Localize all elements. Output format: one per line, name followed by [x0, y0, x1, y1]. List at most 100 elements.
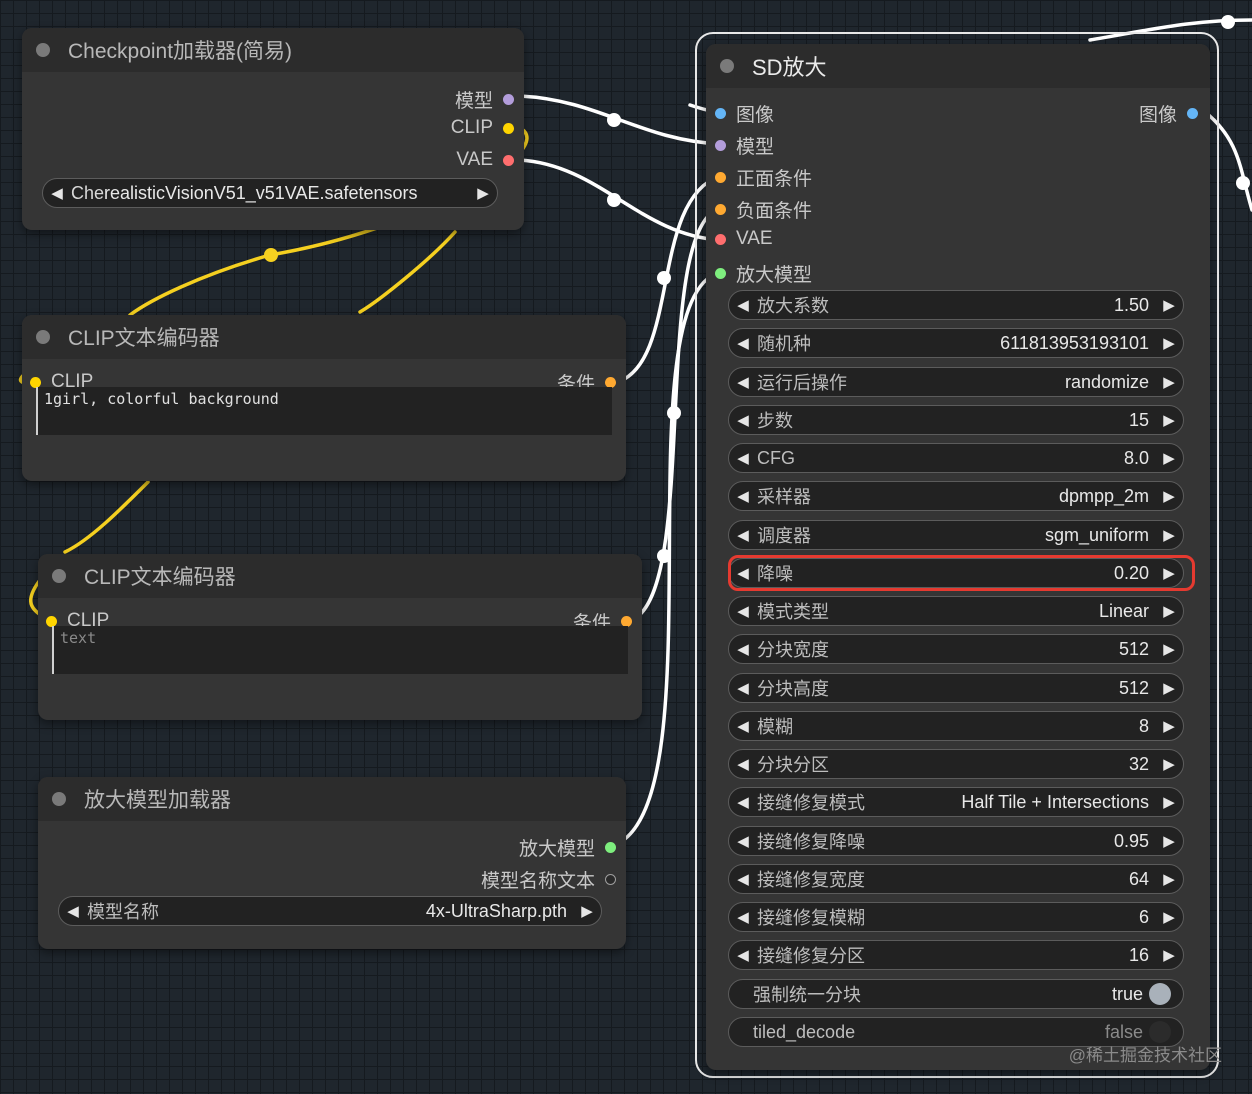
- output-slot-model-name-text[interactable]: 模型名称文本: [481, 866, 616, 893]
- decrement-arrow-icon[interactable]: ◀: [43, 184, 71, 202]
- output-slot-image[interactable]: 图像: [1139, 100, 1198, 127]
- node-title-bar[interactable]: 放大模型加载器: [38, 777, 626, 821]
- increment-arrow-icon[interactable]: ▶: [1155, 640, 1183, 658]
- sd-widget-row[interactable]: ◀ 接缝修复宽度 64 ▶: [728, 864, 1184, 894]
- sd-widget-row[interactable]: ◀ 放大系数 1.50 ▶: [728, 290, 1184, 320]
- decrement-arrow-icon[interactable]: ◀: [729, 373, 757, 391]
- increment-arrow-icon[interactable]: ▶: [1155, 411, 1183, 429]
- image-socket-icon[interactable]: [1187, 108, 1198, 119]
- clip-socket-icon[interactable]: [503, 122, 514, 134]
- node-title-bar[interactable]: CLIP文本编码器: [22, 315, 626, 359]
- output-slot-clip[interactable]: CLIP: [451, 117, 514, 139]
- ckpt-name-widget[interactable]: ◀ Che realisticVisionV51_v51VAE.safetens…: [42, 178, 498, 208]
- decrement-arrow-icon[interactable]: ◀: [729, 411, 757, 429]
- clip-text-encoder-node[interactable]: CLIP文本编码器 CLIP 条件 1girl, colorful backgr…: [22, 315, 626, 481]
- conditioning-socket-icon[interactable]: [621, 615, 632, 627]
- toggle-knob-icon[interactable]: [1149, 1021, 1171, 1043]
- prompt-textarea[interactable]: text: [52, 626, 628, 674]
- sd-widget-row[interactable]: ◀ 接缝修复模糊 6 ▶: [728, 902, 1184, 932]
- model-socket-icon[interactable]: [715, 140, 726, 151]
- toggle-knob-icon[interactable]: [1149, 983, 1171, 1005]
- collapse-dot-icon[interactable]: [52, 792, 66, 806]
- node-title-bar[interactable]: Checkpoint加载器(简易): [22, 28, 524, 72]
- increment-arrow-icon[interactable]: ▶: [1155, 832, 1183, 850]
- decrement-arrow-icon[interactable]: ◀: [729, 755, 757, 773]
- input-slot-model[interactable]: 模型: [715, 132, 774, 159]
- decrement-arrow-icon[interactable]: ◀: [729, 679, 757, 697]
- sd-widget-row[interactable]: ◀ 模糊 8 ▶: [728, 711, 1184, 741]
- upscale-model-socket-icon[interactable]: [605, 842, 616, 853]
- sd-widget-row[interactable]: ◀ 调度器 sgm_uniform ▶: [728, 520, 1184, 550]
- node-title-bar[interactable]: CLIP文本编码器: [38, 554, 642, 598]
- decrement-arrow-icon[interactable]: ◀: [729, 908, 757, 926]
- increment-arrow-icon[interactable]: ▶: [1155, 373, 1183, 391]
- decrement-arrow-icon[interactable]: ◀: [729, 793, 757, 811]
- decrement-arrow-icon[interactable]: ◀: [729, 449, 757, 467]
- decrement-arrow-icon[interactable]: ◀: [729, 334, 757, 352]
- decrement-arrow-icon[interactable]: ◀: [729, 487, 757, 505]
- input-slot-positive[interactable]: 正面条件: [715, 164, 812, 191]
- sd-widget-row[interactable]: ◀ 运行后操作 randomize ▶: [728, 367, 1184, 397]
- sd-widget-row[interactable]: ◀ 分块高度 512 ▶: [728, 673, 1184, 703]
- vae-socket-icon[interactable]: [503, 154, 514, 166]
- clip-text-encoder-node[interactable]: CLIP文本编码器 CLIP 条件 text: [38, 554, 642, 720]
- decrement-arrow-icon[interactable]: ◀: [59, 902, 87, 920]
- input-slot-image[interactable]: 图像: [715, 100, 774, 127]
- clip-socket-icon[interactable]: [46, 615, 57, 627]
- string-socket-icon[interactable]: [605, 874, 616, 885]
- input-slot-negative[interactable]: 负面条件: [715, 196, 812, 223]
- increment-arrow-icon[interactable]: ▶: [1155, 487, 1183, 505]
- increment-arrow-icon[interactable]: ▶: [1155, 602, 1183, 620]
- increment-arrow-icon[interactable]: ▶: [469, 184, 497, 202]
- sd-toggle-row[interactable]: 强制统一分块 true: [728, 979, 1184, 1009]
- sd-widget-row[interactable]: ◀ 随机种 611813953193101 ▶: [728, 328, 1184, 358]
- increment-arrow-icon[interactable]: ▶: [1155, 793, 1183, 811]
- increment-arrow-icon[interactable]: ▶: [1155, 296, 1183, 314]
- node-title-bar[interactable]: SD放大: [706, 44, 1210, 88]
- sd-widget-row[interactable]: ◀ 分块宽度 512 ▶: [728, 634, 1184, 664]
- sd-widget-row[interactable]: ◀ 采样器 dpmpp_2m ▶: [728, 481, 1184, 511]
- increment-arrow-icon[interactable]: ▶: [1155, 334, 1183, 352]
- decrement-arrow-icon[interactable]: ◀: [729, 640, 757, 658]
- decrement-arrow-icon[interactable]: ◀: [729, 946, 757, 964]
- image-socket-icon[interactable]: [715, 108, 726, 119]
- clip-socket-icon[interactable]: [30, 376, 41, 388]
- prompt-textarea[interactable]: 1girl, colorful background: [36, 387, 612, 435]
- collapse-dot-icon[interactable]: [36, 330, 50, 344]
- decrement-arrow-icon[interactable]: ◀: [729, 296, 757, 314]
- vae-socket-icon[interactable]: [715, 233, 726, 245]
- collapse-dot-icon[interactable]: [720, 59, 734, 73]
- collapse-dot-icon[interactable]: [36, 43, 50, 57]
- sd-widget-row[interactable]: ◀ 接缝修复降噪 0.95 ▶: [728, 826, 1184, 856]
- sd-widget-row[interactable]: ◀ 模式类型 Linear ▶: [728, 596, 1184, 626]
- decrement-arrow-icon[interactable]: ◀: [729, 832, 757, 850]
- checkpoint-loader-node[interactable]: Checkpoint加载器(简易) 模型 CLIP VAE ◀ Che real…: [22, 28, 524, 230]
- increment-arrow-icon[interactable]: ▶: [1155, 526, 1183, 544]
- sd-widget-row[interactable]: ◀ 接缝修复模式 Half Tile + Intersections ▶: [728, 787, 1184, 817]
- upscale-model-socket-icon[interactable]: [715, 268, 726, 279]
- output-slot-vae[interactable]: VAE: [456, 149, 514, 171]
- sd-widget-row[interactable]: ◀ 分块分区 32 ▶: [728, 749, 1184, 779]
- increment-arrow-icon[interactable]: ▶: [1155, 870, 1183, 888]
- conditioning-socket-icon[interactable]: [605, 376, 616, 388]
- sd-widget-row[interactable]: ◀ 步数 15 ▶: [728, 405, 1184, 435]
- increment-arrow-icon[interactable]: ▶: [1155, 717, 1183, 735]
- upscale-model-loader-node[interactable]: 放大模型加载器 放大模型 模型名称文本 ◀ 模型名称 4x-UltraSharp…: [38, 777, 626, 949]
- increment-arrow-icon[interactable]: ▶: [1155, 946, 1183, 964]
- decrement-arrow-icon[interactable]: ◀: [729, 870, 757, 888]
- input-slot-upscale-model[interactable]: 放大模型: [715, 260, 812, 287]
- model-socket-icon[interactable]: [503, 94, 514, 105]
- decrement-arrow-icon[interactable]: ◀: [729, 717, 757, 735]
- sd-widget-row[interactable]: ◀ 接缝修复分区 16 ▶: [728, 940, 1184, 970]
- increment-arrow-icon[interactable]: ▶: [573, 902, 601, 920]
- input-slot-vae[interactable]: VAE: [715, 228, 773, 250]
- model-name-widget[interactable]: ◀ 模型名称 4x-UltraSharp.pth ▶: [58, 896, 602, 926]
- sd-widget-row[interactable]: ◀ CFG 8.0 ▶: [728, 443, 1184, 473]
- increment-arrow-icon[interactable]: ▶: [1155, 908, 1183, 926]
- increment-arrow-icon[interactable]: ▶: [1155, 679, 1183, 697]
- output-slot-upscale-model[interactable]: 放大模型: [519, 834, 616, 861]
- conditioning-socket-icon[interactable]: [715, 172, 726, 183]
- increment-arrow-icon[interactable]: ▶: [1155, 449, 1183, 467]
- decrement-arrow-icon[interactable]: ◀: [729, 526, 757, 544]
- collapse-dot-icon[interactable]: [52, 569, 66, 583]
